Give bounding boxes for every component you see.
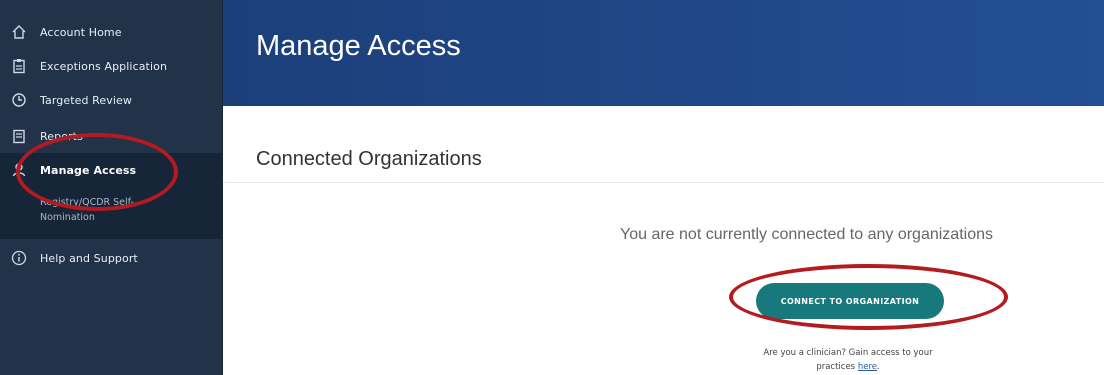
home-icon [10,23,28,41]
clinician-text: Are you a clinician? Gain access to your… [763,348,933,372]
main-content: Connected Organizations You are not curr… [223,106,1104,375]
empty-state-message: You are not currently connected to any o… [620,226,993,243]
divider [223,182,1104,183]
report-icon [10,127,28,145]
sidebar-item-label: Help and Support [40,251,138,265]
sidebar-item-exceptions-application[interactable]: Exceptions Application [0,49,222,83]
sidebar-item-targeted-review[interactable]: Targeted Review [0,83,222,117]
clipboard-icon [10,57,28,75]
sidebar-item-label: Reports [40,129,83,143]
review-icon [10,91,28,109]
sidebar-item-label: Targeted Review [40,93,133,107]
sidebar-item-reports[interactable]: Reports [0,119,222,153]
sidebar-item-label: Manage Access [40,163,137,177]
sidebar-item-label: Exceptions Application [40,59,168,73]
access-icon [10,161,28,179]
sidebar-item-label: Account Home [40,25,122,39]
sidebar-item-account-home[interactable]: Account Home [0,15,222,49]
sidebar-item-help-support[interactable]: Help and Support [0,241,222,275]
page-title: Manage Access [256,30,461,62]
sidebar: Account Home Exceptions Application Targ… [0,0,223,375]
sidebar-subitem-label: Registry/QCDR Self-Nomination [40,197,134,223]
section-title: Connected Organizations [256,148,482,170]
connect-to-organization-button[interactable]: CONNECT TO ORGANIZATION [756,283,944,319]
sidebar-subitem-self-nomination[interactable]: Registry/QCDR Self-Nomination [0,187,222,239]
app-frame: Account Home Exceptions Application Targ… [0,0,1104,375]
sidebar-item-manage-access[interactable]: Manage Access [0,153,222,187]
page-header: Manage Access [223,0,1104,106]
clinician-note: Are you a clinician? Gain access to your… [753,346,943,374]
clinician-here-link[interactable]: here [858,362,877,372]
clinician-end: . [876,362,880,372]
info-icon [10,249,28,267]
